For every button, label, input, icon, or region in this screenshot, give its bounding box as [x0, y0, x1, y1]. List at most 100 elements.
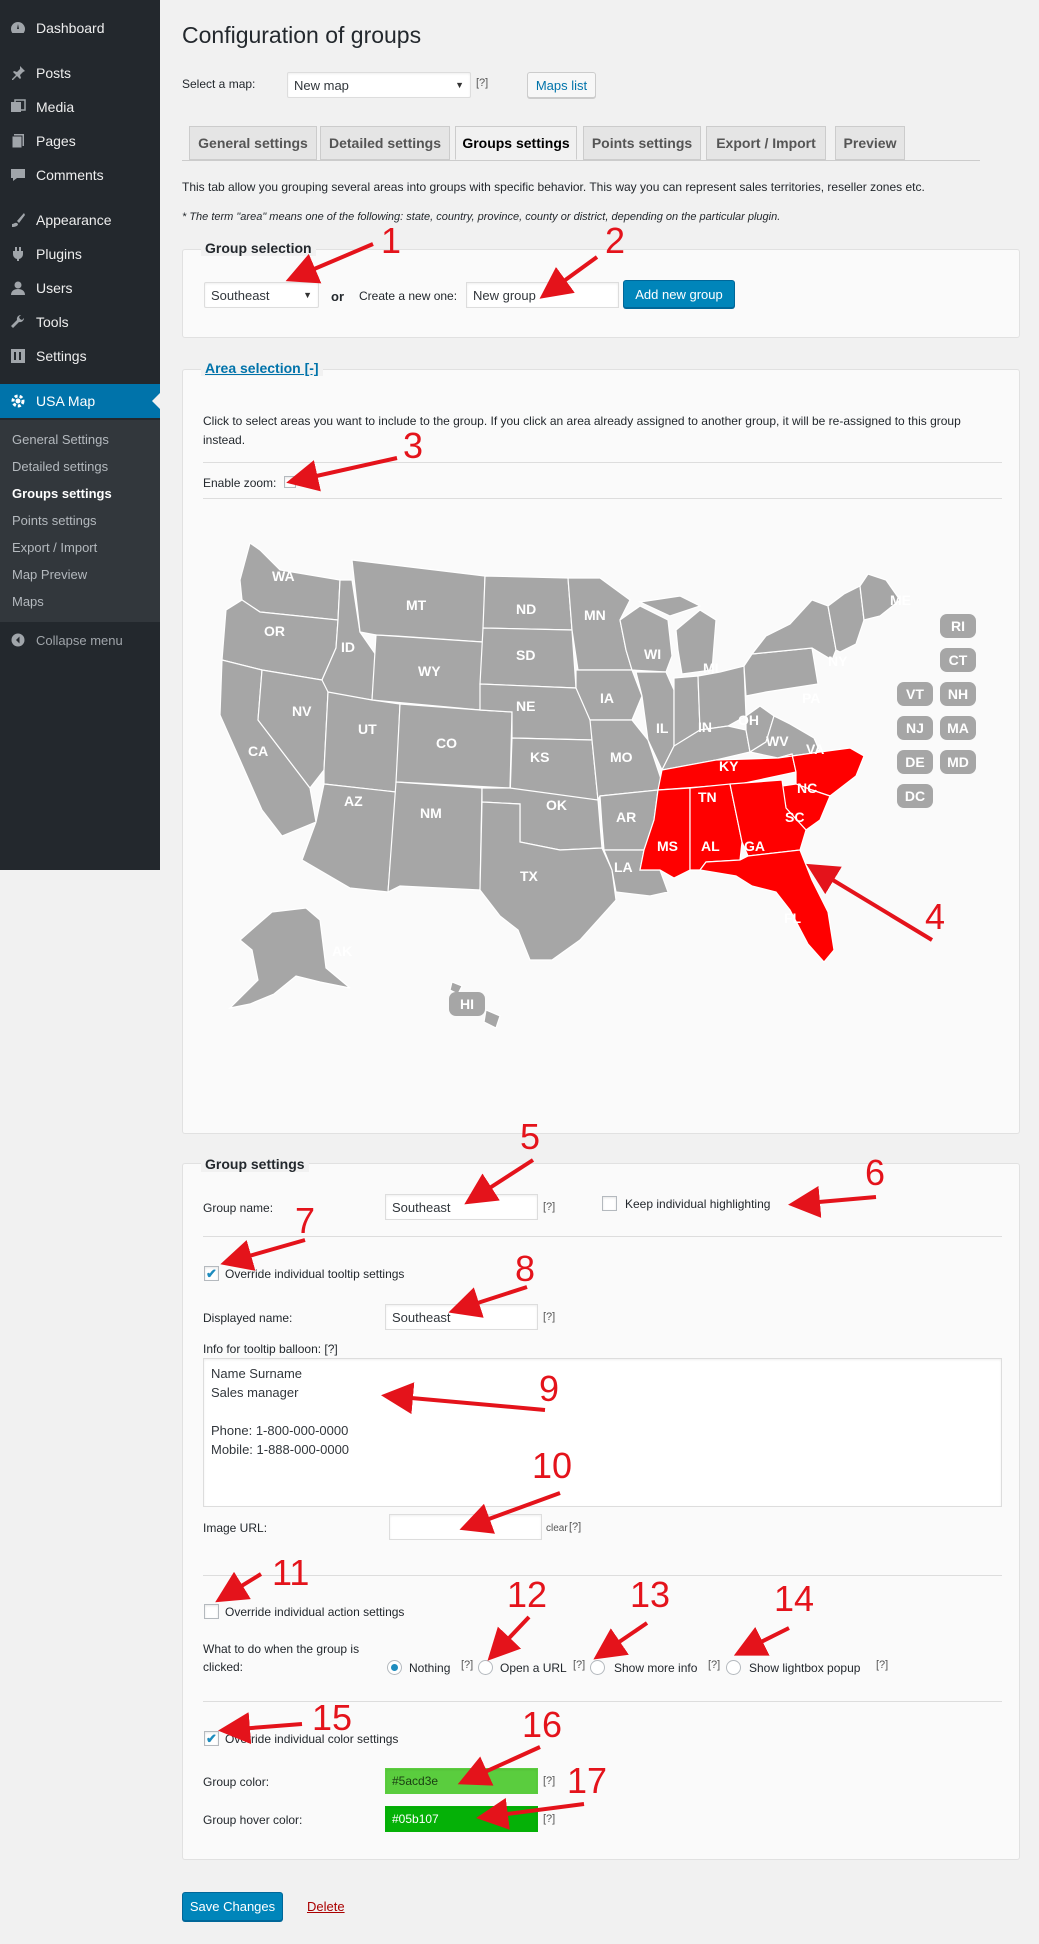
menu-posts[interactable]: Posts — [0, 56, 160, 90]
menu-usa-map[interactable]: USA Map — [0, 384, 160, 418]
override-tooltip-checkbox[interactable]: ✔ — [204, 1266, 219, 1281]
group-color-input[interactable]: #5acd3e — [385, 1768, 538, 1794]
group-color-value: #5acd3e — [392, 1774, 439, 1788]
save-changes-button[interactable]: Save Changes — [182, 1892, 283, 1921]
group-name-label: Group name: — [203, 1201, 274, 1215]
menu-label: Settings — [36, 348, 87, 364]
tooltip-info-label: Info for tooltip balloon: [?] — [203, 1342, 338, 1356]
badge-ct[interactable]: CT — [940, 648, 976, 672]
map-select[interactable]: New map ▼ — [287, 72, 471, 98]
comments-icon — [0, 167, 36, 183]
menu-label: Users — [36, 280, 73, 296]
state-fl[interactable] — [698, 849, 835, 963]
action-lightbox-radio[interactable] — [726, 1660, 741, 1675]
menu-comments[interactable]: Comments — [0, 158, 160, 192]
help-link[interactable]: [?] — [543, 1311, 555, 1323]
badge-ri[interactable]: RI — [940, 614, 976, 638]
maps-list-button[interactable]: Maps list — [527, 72, 596, 98]
menu-label: Dashboard — [36, 20, 105, 36]
displayed-name-input[interactable]: Southeast — [385, 1304, 538, 1330]
action-open-url-radio[interactable] — [478, 1660, 493, 1675]
group-selection-legend: Group selection — [201, 240, 316, 256]
tab-groups-settings[interactable]: Groups settings — [455, 126, 577, 160]
menu-tools[interactable]: Tools — [0, 305, 160, 339]
badge-md[interactable]: MD — [940, 750, 976, 774]
map-select-value: New map — [294, 77, 349, 93]
submenu-points-settings[interactable]: Points settings — [12, 513, 97, 528]
clear-link[interactable]: clear — [546, 1523, 568, 1534]
action-lightbox-label: Show lightbox popup — [749, 1661, 861, 1675]
delete-link[interactable]: Delete — [307, 1899, 345, 1914]
help-link[interactable]: [?] — [573, 1659, 585, 1671]
add-new-group-button[interactable]: Add new group — [623, 280, 735, 308]
submenu-detailed-settings[interactable]: Detailed settings — [12, 459, 108, 474]
label-ar: AR — [616, 809, 636, 825]
enable-zoom-checkbox[interactable] — [284, 476, 296, 488]
tab-preview[interactable]: Preview — [835, 126, 905, 160]
menu-appearance[interactable]: Appearance — [0, 203, 160, 237]
badge-vt[interactable]: VT — [897, 682, 933, 706]
tabs-underline — [182, 160, 980, 161]
submenu-map-preview[interactable]: Map Preview — [12, 567, 87, 582]
menu-users[interactable]: Users — [0, 271, 160, 305]
menu-plugins[interactable]: Plugins — [0, 237, 160, 271]
new-group-input[interactable]: New group — [466, 282, 619, 308]
group-select[interactable]: Southeast ▼ — [204, 282, 319, 308]
submenu-groups-settings[interactable]: Groups settings — [12, 486, 112, 501]
action-nothing-radio[interactable] — [387, 1660, 402, 1675]
help-link[interactable]: [?] — [569, 1521, 581, 1533]
badge-dc[interactable]: DC — [897, 784, 933, 808]
action-more-info-radio[interactable] — [590, 1660, 605, 1675]
state-nm[interactable] — [387, 781, 483, 894]
tab-general-settings[interactable]: General settings — [189, 126, 317, 160]
help-link[interactable]: [?] — [476, 77, 488, 89]
badge-label: DC — [905, 788, 925, 804]
tooltip-info-textarea[interactable]: Name Surname Sales manager Phone: 1-800-… — [203, 1358, 1002, 1507]
label-in: IN — [698, 719, 712, 735]
help-link[interactable]: [?] — [708, 1659, 720, 1671]
badge-nh[interactable]: NH — [940, 682, 976, 706]
tooltip-line: Name Surname — [211, 1366, 303, 1381]
help-link[interactable]: [?] — [876, 1659, 888, 1671]
submenu-general-settings[interactable]: General Settings — [12, 432, 109, 447]
submenu-maps[interactable]: Maps — [12, 594, 44, 609]
area-selection-toggle[interactable]: Area selection [-] — [201, 360, 323, 376]
menu-label: Appearance — [36, 212, 112, 228]
tab-export-import[interactable]: Export / Import — [706, 126, 826, 160]
override-action-checkbox[interactable] — [204, 1604, 219, 1619]
keep-highlighting-checkbox[interactable] — [602, 1196, 617, 1211]
badge-nj[interactable]: NJ — [897, 716, 933, 740]
menu-pages[interactable]: Pages — [0, 124, 160, 158]
menu-settings[interactable]: Settings — [0, 339, 160, 373]
annotation-1: 1 — [381, 220, 402, 261]
group-name-input[interactable]: Southeast — [385, 1194, 538, 1220]
tab-points-settings[interactable]: Points settings — [583, 126, 701, 160]
image-url-input[interactable] — [389, 1514, 542, 1540]
submenu-export-import[interactable]: Export / Import — [12, 540, 97, 555]
menu-media[interactable]: Media — [0, 90, 160, 124]
help-link[interactable]: [?] — [543, 1775, 555, 1787]
override-color-checkbox[interactable]: ✔ — [204, 1731, 219, 1746]
state-ut[interactable] — [323, 691, 401, 793]
label-wi: WI — [644, 646, 661, 662]
action-open-url-label: Open a URL — [500, 1661, 567, 1675]
badge-label: NH — [948, 686, 968, 702]
state-pa[interactable] — [743, 647, 819, 697]
group-hover-color-input[interactable]: #05b107 — [385, 1806, 538, 1832]
badge-hi[interactable]: HI — [449, 992, 485, 1016]
action-more-info-label: Show more info — [614, 1661, 698, 1675]
collapse-menu-button[interactable]: Collapse menu — [0, 628, 160, 652]
menu-label: Tools — [36, 314, 69, 330]
menu-dashboard[interactable]: Dashboard — [0, 11, 160, 45]
label-ks: KS — [530, 749, 549, 765]
help-link[interactable]: [?] — [543, 1201, 555, 1213]
collapse-label: Collapse menu — [36, 632, 123, 648]
badge-ma[interactable]: MA — [940, 716, 976, 740]
usa-map[interactable]: WA OR CA ID NV MT WY UT AZ CO NM ND SD N… — [200, 520, 1020, 1040]
tab-detailed-settings[interactable]: Detailed settings — [320, 126, 450, 160]
menu-label: Comments — [36, 167, 104, 183]
help-link[interactable]: [?] — [543, 1813, 555, 1825]
help-link[interactable]: [?] — [461, 1659, 473, 1671]
divider — [203, 1575, 1002, 1576]
badge-de[interactable]: DE — [897, 750, 933, 774]
